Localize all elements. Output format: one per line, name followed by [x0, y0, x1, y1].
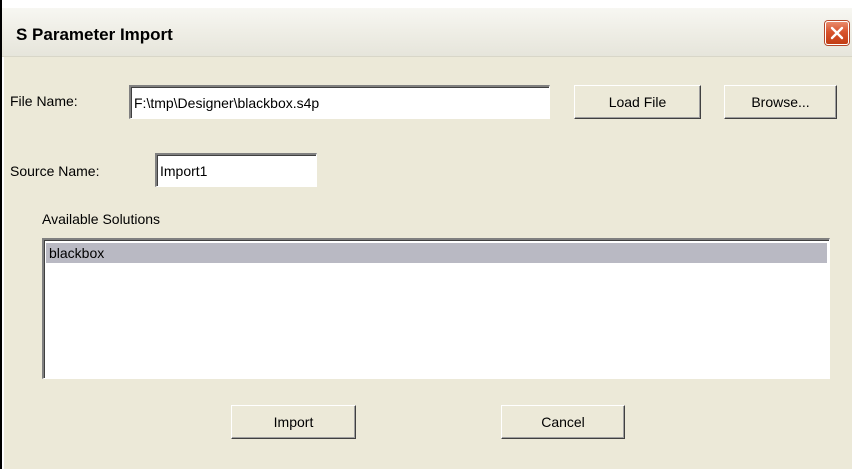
import-button[interactable]: Import: [231, 405, 356, 439]
browse-button[interactable]: Browse...: [724, 85, 837, 119]
source-name-input[interactable]: [155, 153, 317, 187]
close-icon: [830, 26, 844, 40]
cancel-button[interactable]: Cancel: [501, 405, 625, 439]
s-parameter-import-dialog: S Parameter Import File Name: Load File …: [0, 0, 852, 469]
list-item[interactable]: blackbox: [46, 243, 827, 263]
file-name-label: File Name:: [10, 93, 78, 109]
close-button[interactable]: [825, 21, 849, 45]
available-solutions-label: Available Solutions: [42, 211, 161, 227]
file-name-input[interactable]: [129, 85, 550, 119]
dialog-title: S Parameter Import: [16, 25, 173, 44]
solutions-list[interactable]: blackbox: [42, 238, 830, 379]
source-name-label: Source Name:: [10, 163, 100, 179]
title-bar[interactable]: S Parameter Import: [2, 0, 852, 57]
load-file-button[interactable]: Load File: [574, 85, 701, 119]
